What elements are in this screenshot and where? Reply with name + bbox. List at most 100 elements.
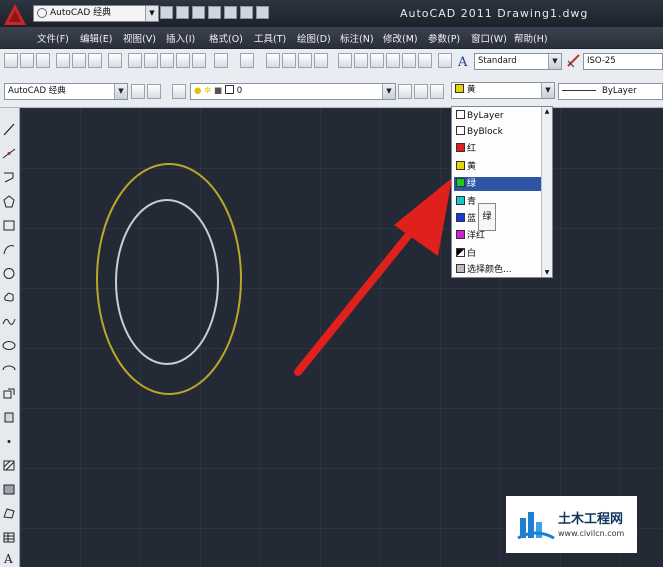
open-icon[interactable] [20, 53, 34, 68]
color-option-magenta[interactable]: 洋红 [454, 229, 544, 243]
workspace-select-2[interactable]: AutoCAD 经典 ▼ [4, 83, 128, 100]
polyline-icon[interactable] [2, 170, 16, 185]
workspace-settings-icon[interactable] [131, 84, 145, 99]
layer-select[interactable]: ● ✲ ■ 0 ▼ [190, 83, 396, 100]
undo-icon[interactable] [214, 53, 228, 68]
color-swatch [456, 196, 465, 205]
dim-style-icon[interactable] [566, 53, 582, 69]
scroll-down-icon[interactable]: ▼ [542, 269, 552, 276]
workspace-select-value: AutoCAD 经典 [50, 8, 112, 18]
quickcalc-icon[interactable] [418, 53, 432, 68]
color-option-blue[interactable]: 蓝 [454, 212, 544, 226]
dropdown-scrollbar[interactable]: ▲ ▼ [541, 107, 552, 277]
block-editor-icon[interactable] [192, 53, 206, 68]
layer-states-icon[interactable] [430, 84, 444, 99]
menu-help[interactable]: 帮助(H) [514, 31, 548, 45]
color-option-bylayer[interactable]: ByLayer [454, 109, 544, 123]
zoom-previous-icon[interactable] [314, 53, 328, 68]
red-arrow-icon [294, 178, 452, 376]
zoom-window-icon[interactable] [298, 53, 312, 68]
menu-draw[interactable]: 绘图(D) [297, 31, 331, 45]
copy-icon[interactable] [144, 53, 158, 68]
color-option-byblock[interactable]: ByBlock [454, 125, 544, 139]
layer-previous-icon[interactable] [414, 84, 428, 99]
workspace-save-icon[interactable] [147, 84, 161, 99]
outer-circle[interactable] [96, 163, 242, 395]
properties-icon[interactable] [338, 53, 352, 68]
color-dropdown-list[interactable]: ByLayer ByBlock 红 黄 绿 青 蓝 洋红 白 选择颜色... ▲… [451, 106, 553, 278]
text-style-icon[interactable]: A [456, 53, 472, 69]
layer-properties-icon[interactable] [172, 84, 186, 99]
color-option-yellow[interactable]: 黄 [454, 160, 544, 174]
color-option-select-color[interactable]: 选择颜色... [454, 263, 544, 277]
tool-palettes-icon[interactable] [370, 53, 384, 68]
insert-block-icon[interactable] [2, 386, 16, 401]
line-icon[interactable] [2, 122, 16, 137]
sheet-set-icon[interactable] [386, 53, 400, 68]
point-icon[interactable] [2, 434, 16, 449]
save-icon[interactable] [192, 6, 205, 19]
rectangle-icon[interactable] [2, 218, 16, 233]
workspace-select[interactable]: AutoCAD 经典 ▼ [33, 5, 159, 22]
color-option-red[interactable]: 红 [454, 142, 544, 156]
markup-icon[interactable] [402, 53, 416, 68]
watermark-brand: 土木工程网 [558, 512, 624, 527]
plot-icon[interactable] [256, 6, 269, 19]
undo-icon[interactable] [224, 6, 237, 19]
ellipse-icon[interactable] [2, 338, 16, 353]
spline-icon[interactable] [2, 314, 16, 329]
ellipse-arc-icon[interactable] [2, 362, 16, 377]
color-select[interactable]: 黄 ▼ [451, 82, 555, 99]
design-center-icon[interactable] [354, 53, 368, 68]
match-properties-icon[interactable] [176, 53, 190, 68]
menu-file[interactable]: 文件(F) [37, 31, 69, 45]
gradient-icon[interactable] [2, 482, 16, 497]
multiline-text-icon[interactable]: A [2, 550, 16, 565]
dim-style-select[interactable]: ISO-25 [583, 53, 663, 70]
text-style-select[interactable]: Standard ▼ [474, 53, 562, 70]
open-icon[interactable] [176, 6, 189, 19]
redo-icon[interactable] [240, 6, 253, 19]
table-icon[interactable] [2, 530, 16, 545]
construction-line-icon[interactable] [2, 146, 16, 161]
new-icon[interactable] [160, 6, 173, 19]
paste-icon[interactable] [160, 53, 174, 68]
inner-circle[interactable] [115, 199, 219, 365]
3d-dwf-icon[interactable] [108, 53, 122, 68]
zoom-realtime-icon[interactable] [282, 53, 296, 68]
menu-edit[interactable]: 编辑(E) [80, 31, 112, 45]
menu-dimension[interactable]: 标注(N) [340, 31, 374, 45]
linetype-select[interactable]: ByLayer [558, 83, 663, 100]
revision-cloud-icon[interactable] [2, 290, 16, 305]
lightbulb-icon: ● [194, 86, 202, 96]
save-icon[interactable] [36, 53, 50, 68]
autocad-logo-icon[interactable] [2, 2, 28, 28]
menu-format[interactable]: 格式(O) [209, 31, 243, 45]
menu-modify[interactable]: 修改(M) [383, 31, 418, 45]
make-block-icon[interactable] [2, 410, 16, 425]
menu-insert[interactable]: 插入(I) [166, 31, 195, 45]
circle-icon[interactable] [2, 266, 16, 281]
pan-icon[interactable] [266, 53, 280, 68]
menu-parametric[interactable]: 参数(P) [428, 31, 460, 45]
menu-view[interactable]: 视图(V) [123, 31, 156, 45]
color-option-cyan[interactable]: 青 [454, 195, 544, 209]
polygon-icon[interactable] [2, 194, 16, 209]
color-option-green[interactable]: 绿 [454, 177, 544, 191]
menu-window[interactable]: 窗口(W) [471, 31, 507, 45]
make-current-layer-icon[interactable] [398, 84, 412, 99]
arc-icon[interactable] [2, 242, 16, 257]
plot-icon[interactable] [56, 53, 70, 68]
new-icon[interactable] [4, 53, 18, 68]
menu-tools[interactable]: 工具(T) [254, 31, 286, 45]
save-as-icon[interactable] [208, 6, 221, 19]
scroll-up-icon[interactable]: ▲ [542, 108, 552, 115]
cut-icon[interactable] [128, 53, 142, 68]
redo-icon[interactable] [240, 53, 254, 68]
color-option-white[interactable]: 白 [454, 247, 544, 261]
plot-preview-icon[interactable] [72, 53, 86, 68]
publish-icon[interactable] [88, 53, 102, 68]
help-icon[interactable] [438, 53, 452, 68]
hatch-icon[interactable] [2, 458, 16, 473]
region-icon[interactable] [2, 506, 16, 521]
